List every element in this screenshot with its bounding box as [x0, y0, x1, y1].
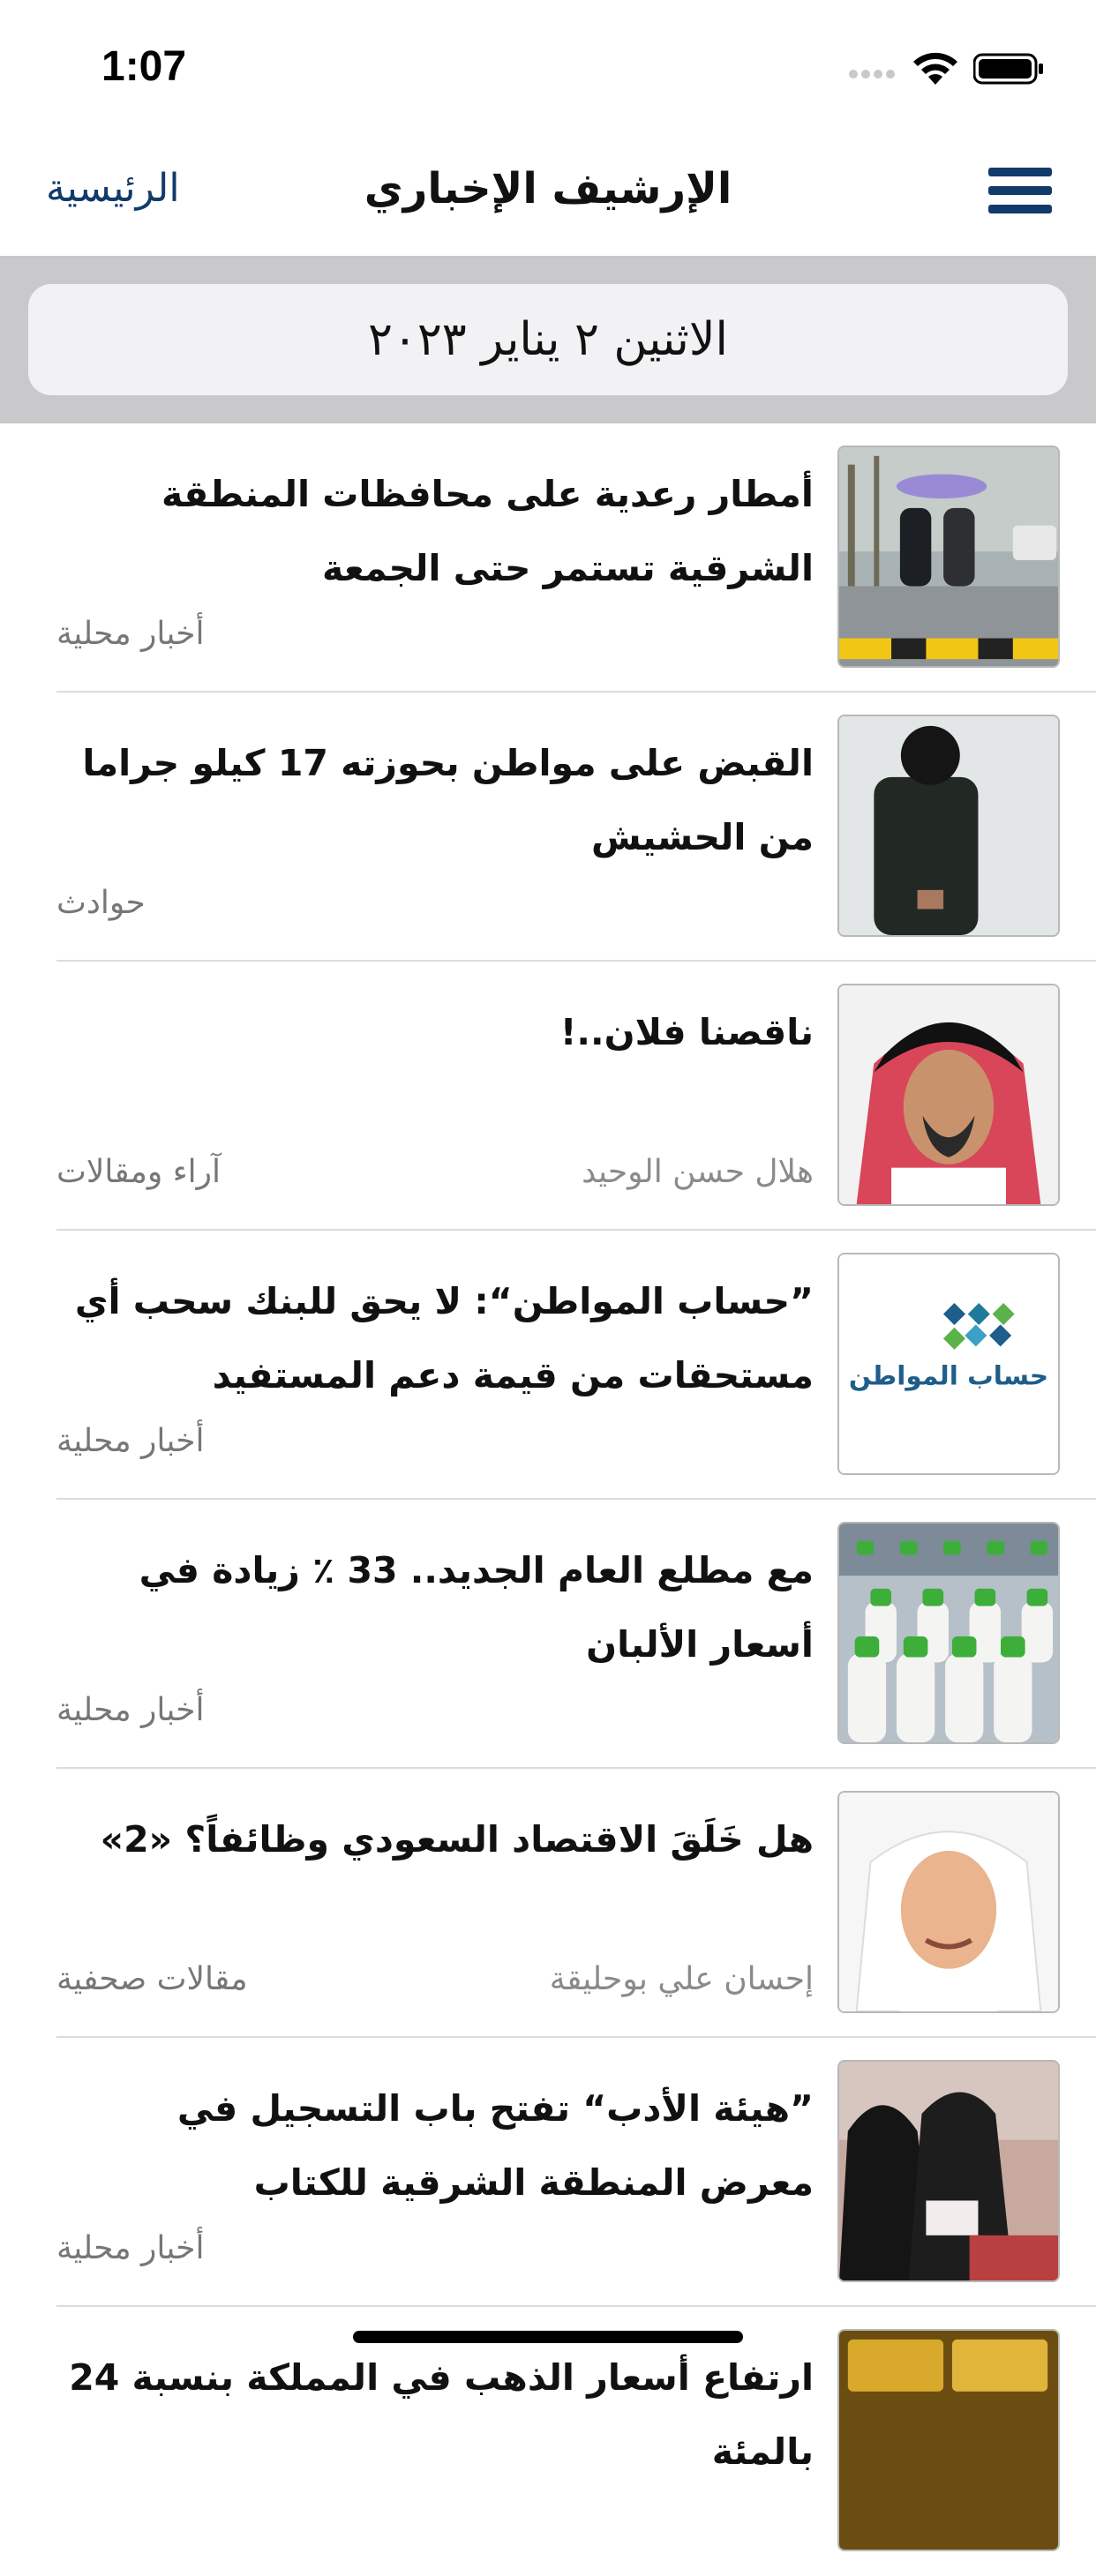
- article-thumbnail: [837, 2329, 1060, 2551]
- article-title: القبض على مواطن بحوزته 17 كيلو جراما من …: [82, 742, 814, 858]
- article-category: أخبار محلية: [56, 616, 205, 652]
- author-photo: [837, 1791, 1060, 2013]
- article-thumbnail: [837, 446, 1060, 668]
- hamburger-menu-icon[interactable]: [988, 168, 1052, 215]
- article-category: حوادث: [56, 885, 146, 921]
- status-bar: 1:07: [0, 0, 1096, 132]
- article-item[interactable]: ناقصنا فلان..! هلال حسن الوحيد آراء ومقا…: [0, 962, 1096, 1231]
- article-title: أمطار رعدية على محافظات المنطقة الشرقية …: [161, 473, 814, 589]
- battery-icon: [972, 53, 1044, 85]
- status-time: 1:07: [101, 43, 187, 90]
- article-item[interactable]: مع مطلع العام الجديد.. 33 ٪ زيادة في أسع…: [0, 1500, 1096, 1769]
- article-title: مع مطلع العام الجديد.. 33 ٪ زيادة في أسع…: [139, 1549, 814, 1666]
- article-category: أخبار محلية: [56, 1692, 205, 1728]
- article-title: ارتفاع أسعار الذهب في المملكة بنسبة 24 ب…: [69, 2356, 814, 2473]
- article-category: مقالات صحفية: [56, 1961, 248, 1997]
- article-category: أخبار محلية: [56, 1423, 205, 1459]
- article-category: أخبار محلية: [56, 2230, 205, 2266]
- article-thumbnail: [837, 1522, 1060, 1744]
- article-title: ”حساب المواطن“: لا يحق للبنك سحب أي مستح…: [74, 1280, 814, 1397]
- article-thumbnail: [837, 2060, 1060, 2282]
- logo-text: حساب المواطن: [849, 1361, 1048, 1391]
- article-thumbnail: حساب المواطن: [837, 1253, 1060, 1475]
- article-title: هل خَلَقَ الاقتصاد السعودي وظائفاً؟ «2»: [100, 1818, 814, 1861]
- article-item[interactable]: حساب المواطن ”حساب المواطن“: لا يحق للبن…: [0, 1231, 1096, 1500]
- article-item[interactable]: هل خَلَقَ الاقتصاد السعودي وظائفاً؟ «2» …: [0, 1769, 1096, 2038]
- article-category: آراء ومقالات: [56, 1154, 221, 1190]
- date-selector[interactable]: الاثنين ٢ يناير ٢٠٢٣: [28, 284, 1068, 395]
- article-item[interactable]: القبض على مواطن بحوزته 17 كيلو جراما من …: [0, 693, 1096, 962]
- cellular-signal-icon: [849, 65, 900, 79]
- wifi-icon: [911, 49, 960, 88]
- author-photo: [837, 984, 1060, 1206]
- article-item[interactable]: أمطار رعدية على محافظات المنطقة الشرقية …: [0, 423, 1096, 693]
- article-author: إحسان علي بوحليقة: [549, 1961, 814, 1997]
- page-title: الإرشيف الإخباري: [364, 164, 732, 213]
- article-item[interactable]: ارتفاع أسعار الذهب في المملكة بنسبة 24 ب…: [0, 2307, 1096, 2576]
- article-thumbnail: [837, 715, 1060, 937]
- home-indicator: [353, 2331, 743, 2343]
- article-title: ناقصنا فلان..!: [559, 1011, 814, 1053]
- article-title: ”هيئة الأدب“ تفتح باب التسجيل في معرض ال…: [176, 2087, 814, 2204]
- article-item[interactable]: ”هيئة الأدب“ تفتح باب التسجيل في معرض ال…: [0, 2038, 1096, 2307]
- article-author: هلال حسن الوحيد: [582, 1154, 814, 1190]
